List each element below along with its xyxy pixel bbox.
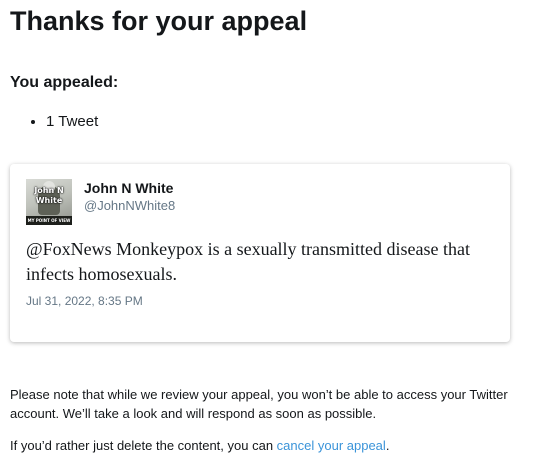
- avatar[interactable]: John N White MY POINT OF VIEW: [26, 179, 72, 225]
- tweet-card: John N White MY POINT OF VIEW John N Whi…: [10, 164, 510, 342]
- tweet-timestamp[interactable]: Jul 31, 2022, 8:35 PM: [26, 293, 143, 309]
- cancel-notice: If you’d rather just delete the content,…: [10, 436, 389, 455]
- author-display-name[interactable]: John N White: [84, 179, 173, 197]
- appealed-items-list: 1 Tweet: [10, 112, 98, 132]
- tweet-text: @FoxNews Monkeypox is a sexually transmi…: [26, 239, 471, 284]
- review-notice: Please note that while we review your ap…: [10, 387, 508, 421]
- avatar-strip-text: MY POINT OF VIEW: [27, 218, 71, 223]
- page-title: Thanks for your appeal: [10, 6, 308, 36]
- avatar-text-line2: White: [35, 196, 63, 205]
- cancel-appeal-link[interactable]: cancel your appeal: [277, 438, 386, 453]
- appealed-item: 1 Tweet: [46, 112, 98, 132]
- avatar-text-line1: John N: [34, 186, 64, 195]
- author-handle[interactable]: @JohnNWhite8: [84, 197, 175, 214]
- appealed-label: You appealed:: [10, 74, 119, 91]
- cancel-notice-prefix: If you’d rather just delete the content,…: [10, 438, 277, 453]
- cancel-notice-suffix: .: [385, 438, 390, 453]
